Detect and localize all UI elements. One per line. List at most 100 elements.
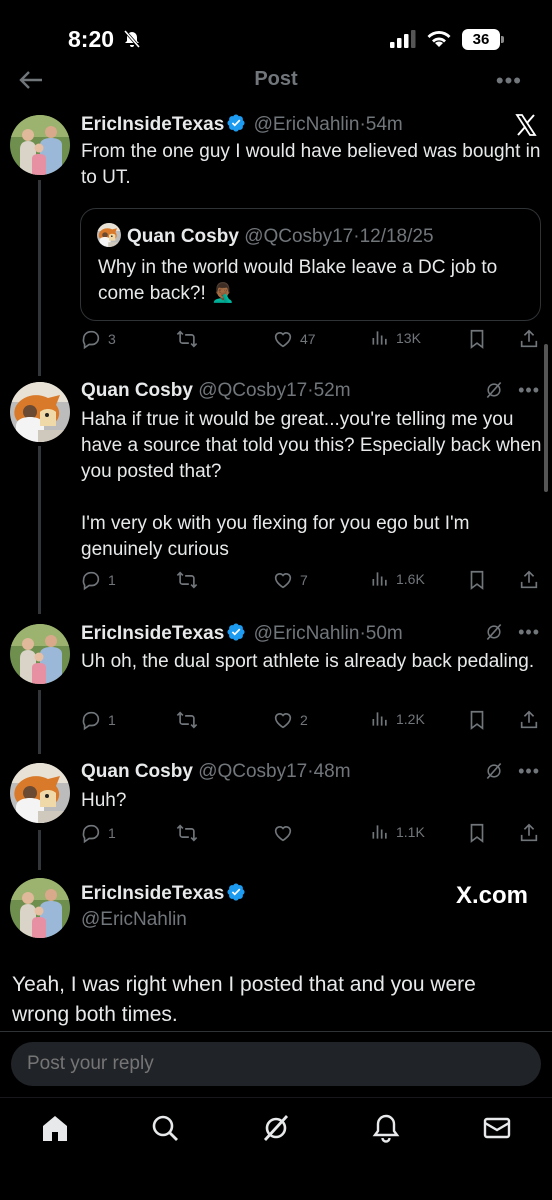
author-name[interactable]: Quan Cosby (81, 380, 193, 401)
main-post-text: Yeah, I was right when I posted that and… (12, 973, 476, 1026)
post-time[interactable]: 48m (314, 761, 351, 782)
reply-icon (80, 822, 102, 844)
author-name[interactable]: Quan Cosby (81, 761, 193, 782)
bookmark-icon (466, 709, 488, 731)
reply-button[interactable]: 3 (80, 328, 116, 350)
post-menu: ••• (484, 761, 540, 781)
reply-count: 1 (108, 825, 116, 841)
heart-icon (272, 822, 294, 844)
views-icon (370, 822, 390, 842)
home-icon[interactable] (39, 1112, 71, 1144)
views-icon (370, 569, 390, 589)
quoted-avatar (97, 223, 121, 247)
reply-icon (80, 328, 102, 350)
post-more-icon[interactable]: ••• (518, 380, 540, 400)
thread-post[interactable]: Quan Cosby @QCosby17·48m ••• Huh? 1 1.1K (0, 761, 552, 856)
share-button[interactable] (518, 822, 540, 844)
post-menu: ••• (484, 622, 540, 642)
grok-icon[interactable] (484, 380, 504, 400)
share-button[interactable] (518, 328, 540, 350)
bookmark-button[interactable] (466, 709, 488, 731)
bookmark-icon (466, 569, 488, 591)
reply-input[interactable] (11, 1042, 541, 1086)
reply-icon (80, 569, 102, 591)
grok-icon[interactable] (484, 761, 504, 781)
more-icon[interactable]: ••• (496, 68, 522, 94)
reply-button[interactable]: 1 (80, 569, 116, 591)
like-count: 7 (300, 572, 308, 588)
repost-button[interactable] (176, 822, 204, 844)
like-button[interactable]: 2 (272, 709, 308, 731)
post-time[interactable]: 52m (314, 380, 351, 401)
avatar[interactable] (10, 878, 70, 938)
repost-button[interactable] (176, 569, 204, 591)
repost-button[interactable] (176, 328, 204, 350)
quoted-author-handle: @QCosby17 (244, 226, 354, 247)
post-header: Quan Cosby @QCosby17·52m (81, 380, 351, 402)
search-icon[interactable] (149, 1112, 181, 1144)
avatar[interactable] (10, 624, 70, 684)
author-name[interactable]: EricInsideTexas (81, 114, 224, 135)
reply-button[interactable]: 1 (80, 822, 116, 844)
views-button[interactable]: 13K (370, 328, 421, 348)
repost-button[interactable] (176, 709, 204, 731)
like-button[interactable] (272, 822, 300, 844)
repost-icon (176, 709, 198, 731)
post-text: Huh? (81, 790, 127, 811)
post-time[interactable]: 54m (366, 114, 403, 135)
quoted-post[interactable]: Quan Cosby @QCosby17·12/18/25 Why in the… (80, 208, 541, 321)
avatar[interactable] (10, 382, 70, 442)
quoted-post-header: Quan Cosby @QCosby17·12/18/25 (97, 223, 434, 248)
post-header: EricInsideTexas @EricNahlin·50m (81, 622, 403, 645)
post-time[interactable]: 50m (366, 623, 403, 644)
author-handle[interactable]: @QCosby17 (198, 380, 307, 401)
repost-icon (176, 822, 198, 844)
action-bar: 1 1.1K (80, 822, 540, 846)
thread-post[interactable]: EricInsideTexas @EricNahlin·54m From the… (0, 113, 552, 363)
reply-icon (80, 709, 102, 731)
author-handle[interactable]: @EricNahlin (81, 909, 187, 931)
grok-tab-icon[interactable] (260, 1112, 292, 1144)
x-logo-icon (515, 114, 537, 136)
author-handle[interactable]: @EricNahlin (254, 114, 360, 135)
grok-icon[interactable] (484, 622, 504, 642)
reply-count: 1 (108, 712, 116, 728)
mail-icon[interactable] (481, 1112, 513, 1144)
reply-button[interactable]: 1 (80, 709, 116, 731)
bookmark-button[interactable] (466, 822, 488, 844)
verified-badge-icon (226, 622, 246, 642)
avatar[interactable] (10, 763, 70, 823)
post-more-icon[interactable]: ••• (518, 622, 540, 642)
bookmark-button[interactable] (466, 328, 488, 350)
bottom-tab-bar (0, 1097, 552, 1200)
author-handle[interactable]: @QCosby17 (198, 761, 307, 782)
views-button[interactable]: 1.1K (370, 822, 425, 842)
action-bar: 1 2 1.2K (80, 709, 540, 733)
quoted-author-name: Quan Cosby (127, 226, 239, 247)
like-button[interactable]: 47 (272, 328, 316, 350)
action-bar: 1 7 1.6K (80, 569, 540, 593)
like-button[interactable]: 7 (272, 569, 308, 591)
author-name[interactable]: EricInsideTexas (81, 883, 224, 904)
post-more-icon[interactable]: ••• (518, 761, 540, 781)
share-icon (518, 569, 540, 591)
avatar[interactable] (10, 115, 70, 175)
share-button[interactable] (518, 569, 540, 591)
bell-icon[interactable] (370, 1112, 402, 1144)
author-name[interactable]: EricInsideTexas (81, 623, 224, 644)
thread-post[interactable]: EricInsideTexas @EricNahlin·50m ••• Uh o… (0, 622, 552, 742)
bookmark-icon (466, 328, 488, 350)
heart-icon (272, 709, 294, 731)
status-time: 8:20 (68, 26, 115, 52)
reply-count: 3 (108, 331, 116, 347)
author-handle[interactable]: @EricNahlin (254, 623, 360, 644)
repost-icon (176, 328, 198, 350)
share-button[interactable] (518, 709, 540, 731)
views-button[interactable]: 1.2K (370, 709, 425, 729)
views-icon (370, 709, 390, 729)
views-button[interactable]: 1.6K (370, 569, 425, 589)
verified-badge-icon (226, 113, 246, 133)
thread-post[interactable]: Quan Cosby @QCosby17·52m ••• Haha if tru… (0, 380, 552, 605)
wifi-icon (427, 31, 451, 47)
bookmark-button[interactable] (466, 569, 488, 591)
